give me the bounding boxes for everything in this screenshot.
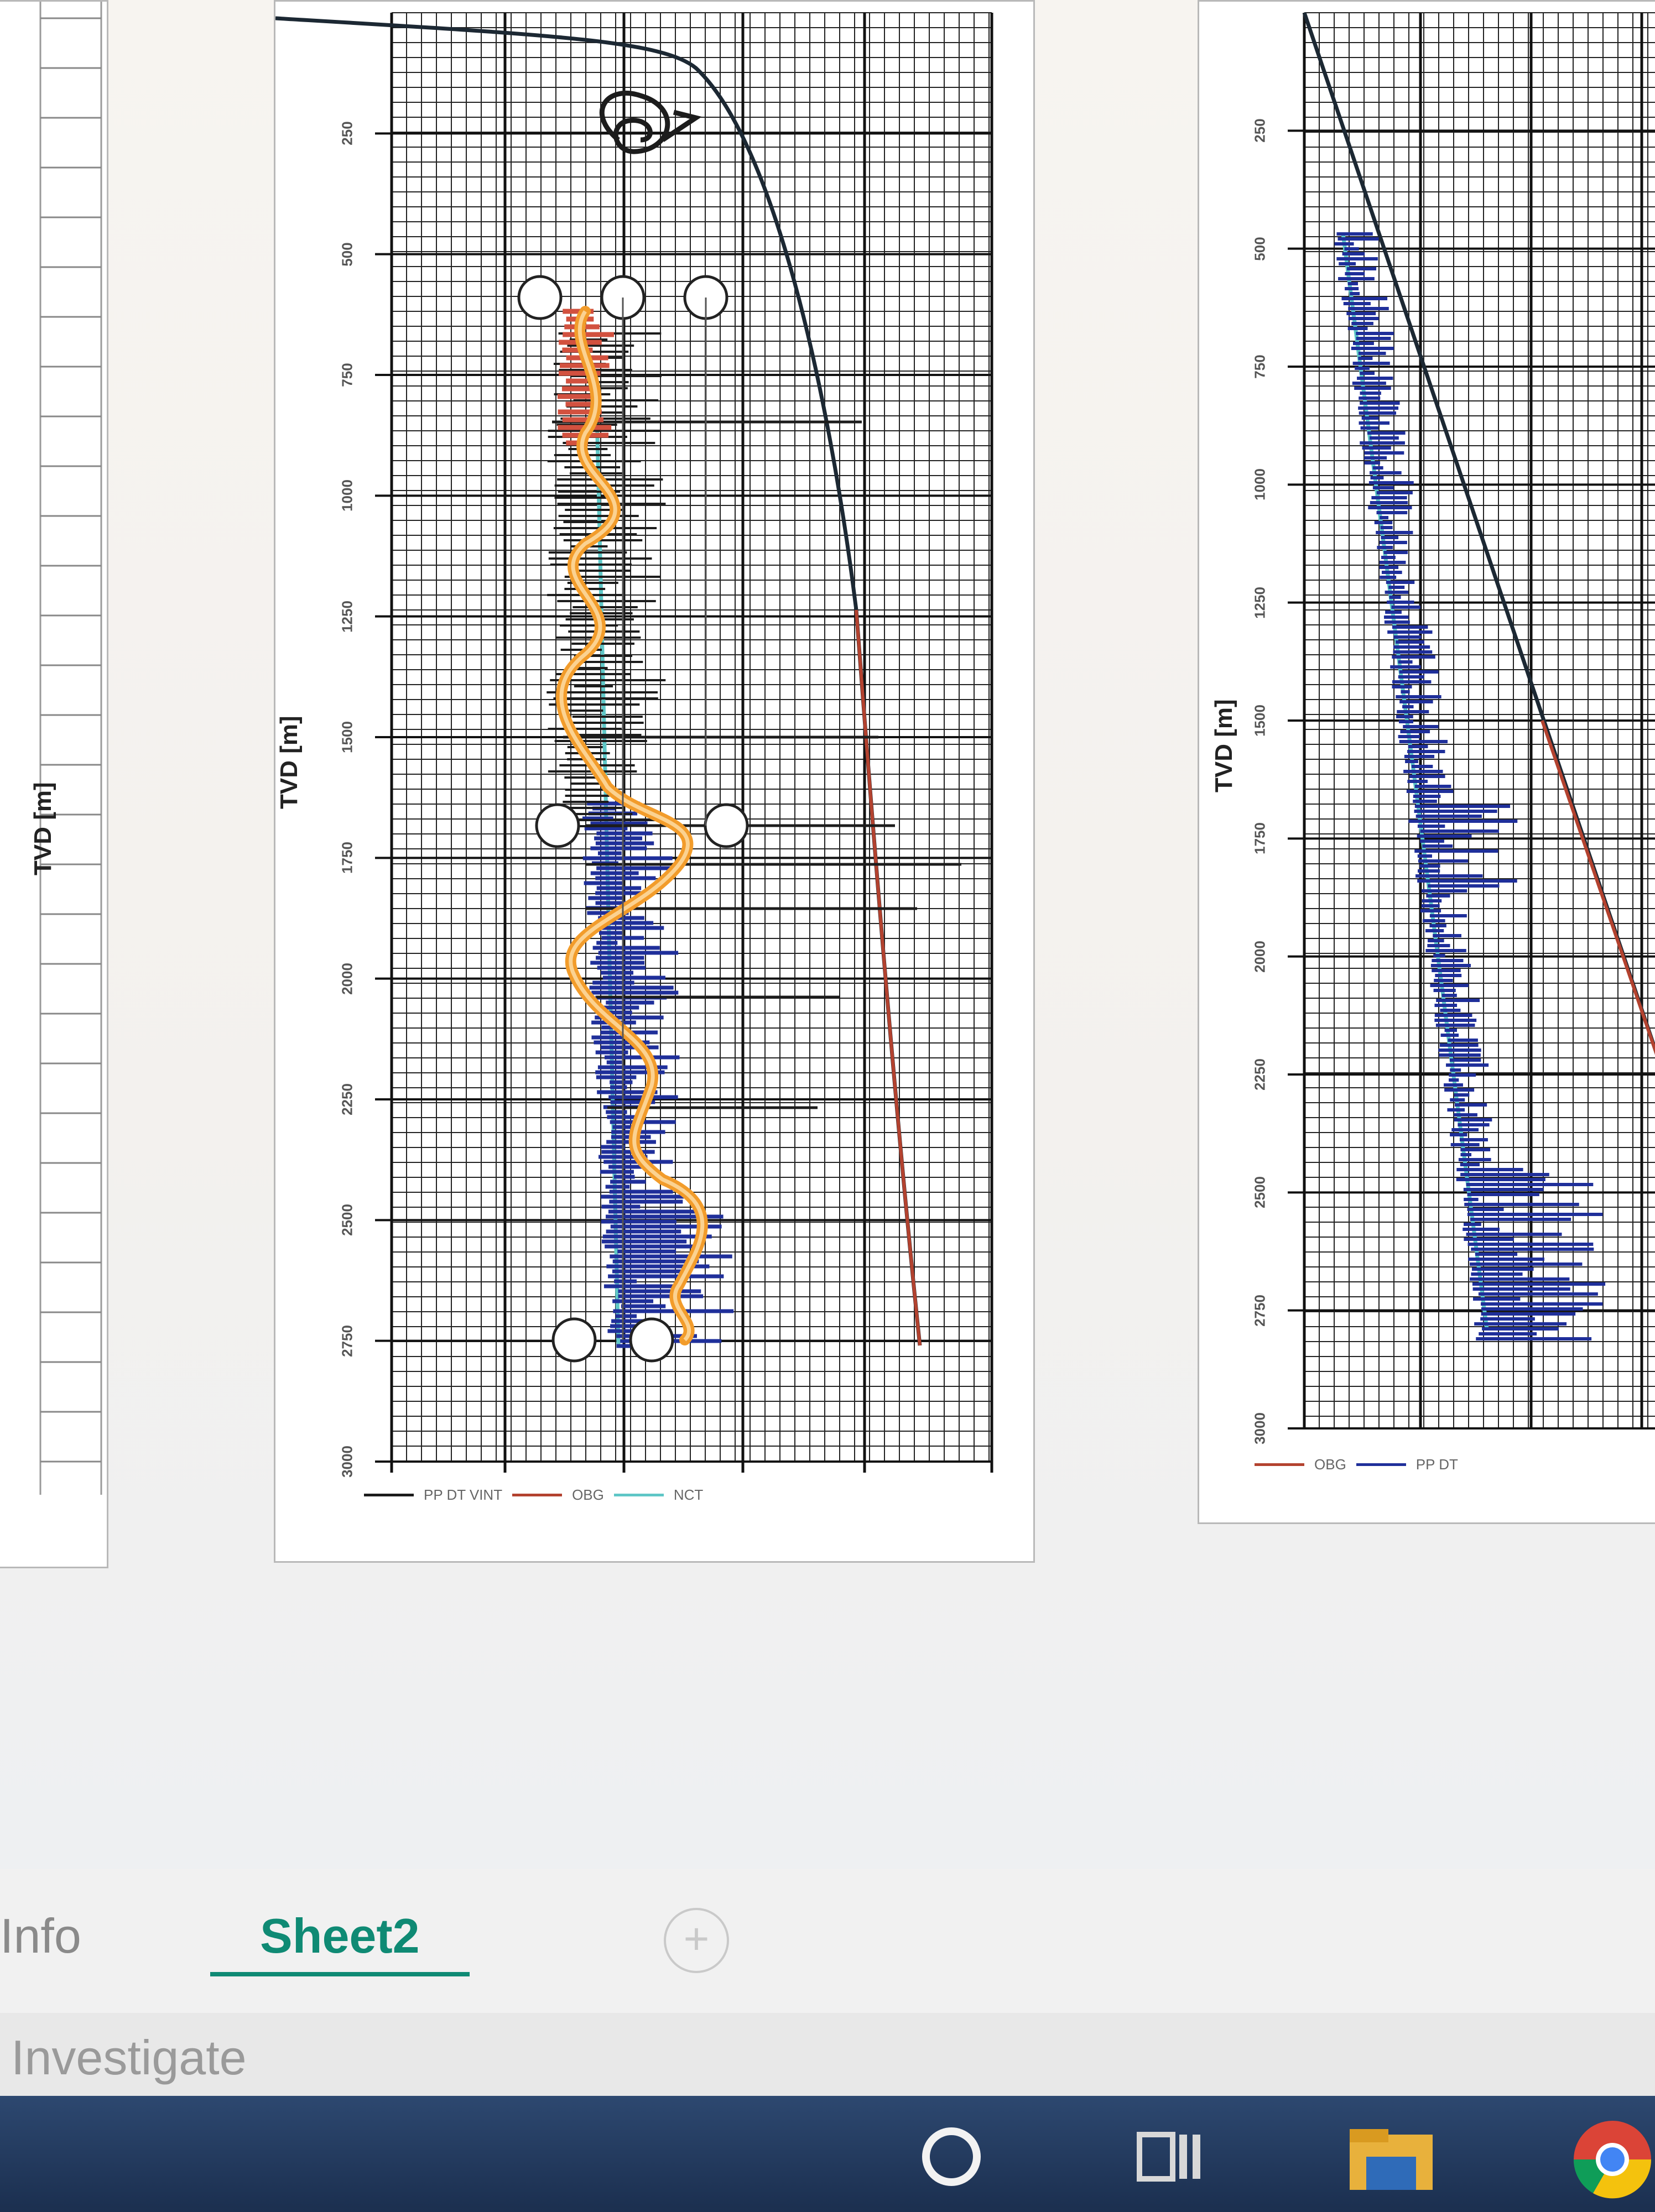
y-tick-label: 1500 <box>1251 705 1268 737</box>
y-tick-label: 1250 <box>1251 586 1268 619</box>
chart-right-legend: OBG PP DT <box>1255 1456 1458 1473</box>
legend-label-ppdt: PP DT VINT <box>424 1486 503 1503</box>
y-tick-label: 3000 <box>1251 1412 1268 1444</box>
y-tick-label: 1750 <box>339 842 356 874</box>
y-tick-label: 2000 <box>1251 940 1268 973</box>
status-investigate-text[interactable]: Investigate <box>11 2030 247 2086</box>
y-tick-label: 1000 <box>1251 468 1268 501</box>
y-tick-label: 250 <box>1251 118 1268 143</box>
spreadsheet-area: TVD [m] TVD [m] 250 500 750 1000 1250 1500 175… <box>0 0 1655 1869</box>
y-tick-label: 2500 <box>339 1204 356 1237</box>
y-tick-label: 1000 <box>339 479 356 512</box>
chart-panel-right[interactable]: TVD [m] 250 500 750 1000 1250 1500 1750 2000 225… <box>1198 0 1655 1524</box>
y-tick-label: 2750 <box>1251 1294 1268 1327</box>
chart-left-legend: PP DT VINT OBG NCT <box>364 1486 703 1504</box>
partial-chart-ylabel: TVD [m] <box>29 782 56 875</box>
pressure-point-marker <box>704 803 749 848</box>
sheet-tab-sheet2[interactable]: Sheet2 <box>210 1908 470 1976</box>
pressure-point-marker <box>517 275 563 320</box>
legend-label-ppdt-right: PP DT <box>1415 1456 1458 1473</box>
y-tick-label: 2250 <box>1251 1058 1268 1091</box>
y-tick-label: 2250 <box>339 1083 356 1115</box>
y-tick-label: 500 <box>1251 236 1268 261</box>
y-tick-label: 1500 <box>339 721 356 753</box>
y-tick-label: 750 <box>1251 354 1268 379</box>
windows-taskbar <box>0 2096 1655 2212</box>
legend-swatch-obg-right <box>1255 1463 1304 1466</box>
legend-label-obg: OBG <box>572 1486 604 1503</box>
y-tick-label: 1250 <box>339 600 356 633</box>
legend-swatch-nct <box>613 1494 664 1496</box>
y-tick-label: 3000 <box>339 1446 356 1478</box>
y-tick-label: 250 <box>339 121 356 146</box>
y-tick-label: 1750 <box>1251 822 1268 855</box>
chart-panel-partial[interactable]: TVD [m] <box>0 0 108 1568</box>
y-tick-label: 500 <box>339 242 356 267</box>
y-tick-label: 750 <box>339 363 356 387</box>
pressure-point-marker <box>535 803 580 848</box>
file-explorer-icon[interactable] <box>1344 2118 1438 2195</box>
legend-swatch-obg <box>512 1494 563 1496</box>
chart-left-ylabel: TVD [m] <box>275 716 303 809</box>
task-view-icon[interactable] <box>1128 2118 1206 2190</box>
sheet-tab-info[interactable]: Info <box>0 1908 81 1964</box>
legend-swatch-ppdt-right <box>1356 1463 1406 1466</box>
sheet-tab-bar: Info Sheet2 <box>0 1869 1655 2013</box>
pressure-point-marker <box>629 1317 674 1363</box>
obg-curve-dark <box>275 16 922 1346</box>
chart-right-ylabel: TVD [m] <box>1210 699 1237 792</box>
legend-label-obg-right: OBG <box>1314 1456 1346 1473</box>
chart-left-plot <box>275 12 993 1473</box>
status-bar: Investigate <box>0 2013 1655 2096</box>
y-tick-label: 2750 <box>339 1324 356 1357</box>
chart-panel-left[interactable]: TVD [m] 250 500 750 1000 1250 1500 1750 2000 225… <box>274 0 1035 1563</box>
y-tick-label: 2000 <box>339 962 356 995</box>
chrome-icon[interactable] <box>1565 2118 1655 2201</box>
legend-swatch-ppdt <box>364 1494 414 1496</box>
add-sheet-icon[interactable]: + <box>664 1908 729 1973</box>
cortana-icon[interactable] <box>918 2118 985 2190</box>
pressure-point-marker <box>551 1317 597 1363</box>
legend-label-nct: NCT <box>673 1486 704 1503</box>
y-tick-label: 2500 <box>1251 1176 1268 1209</box>
obg-line <box>1540 720 1655 1055</box>
